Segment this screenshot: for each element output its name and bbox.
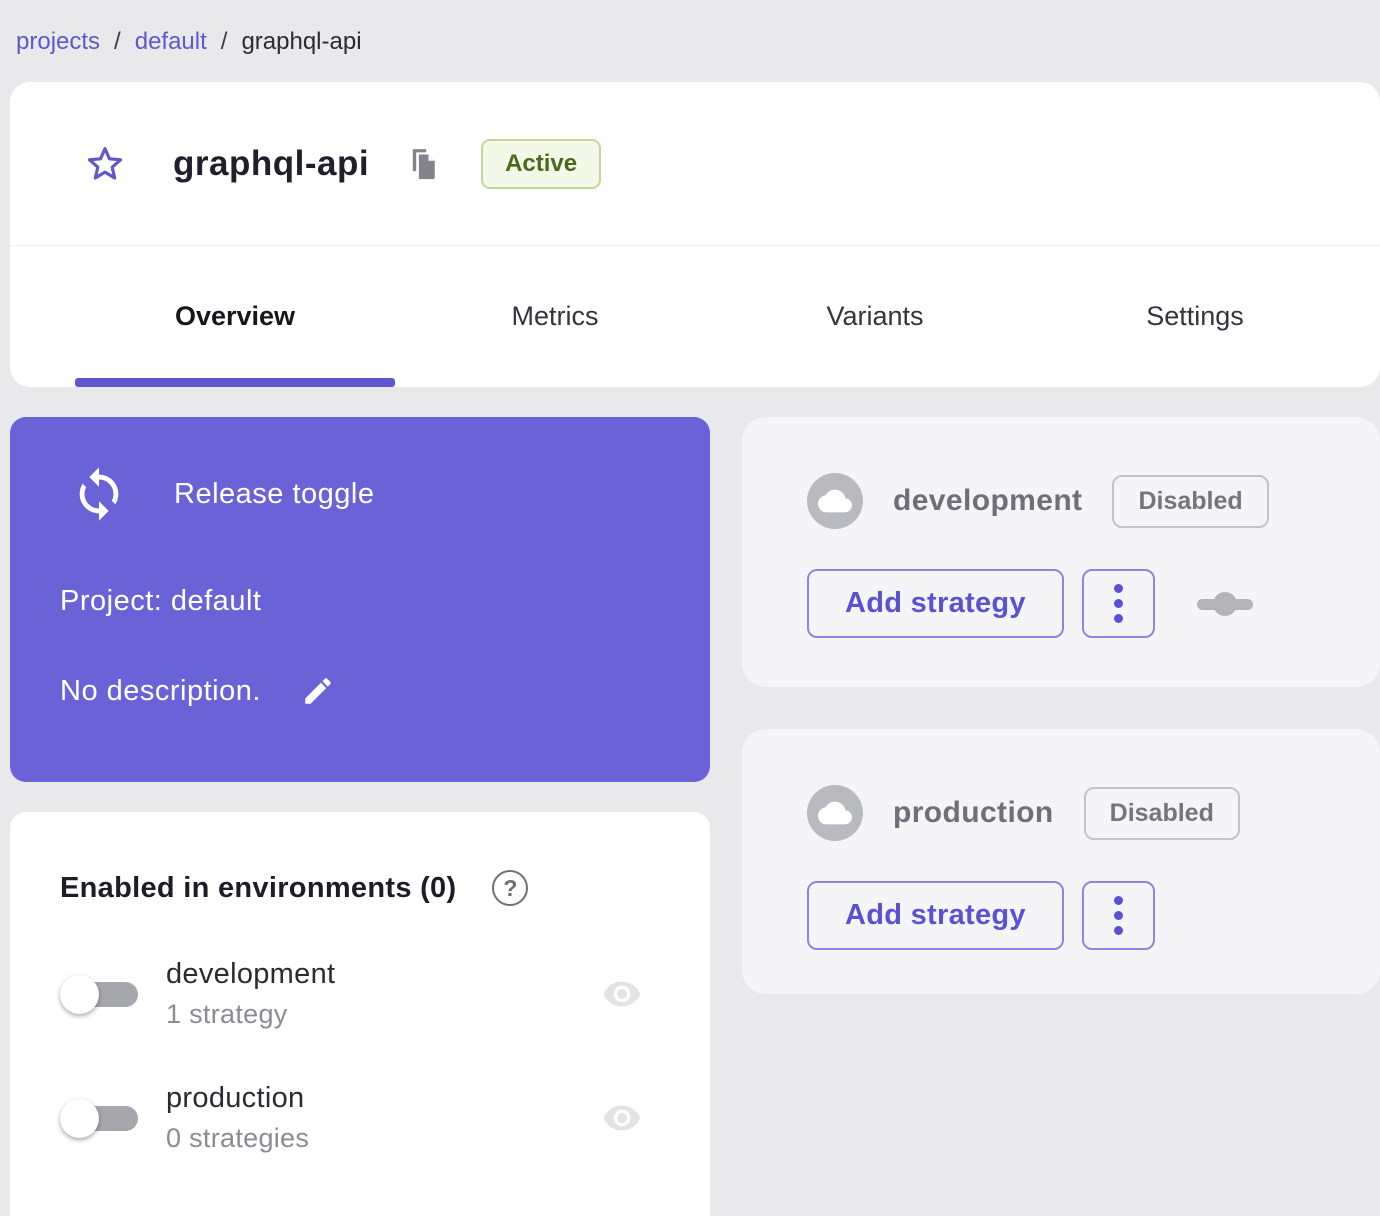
development-environment-card: development Disabled Add strategy: [742, 417, 1380, 687]
project-label: Project: default: [60, 585, 262, 617]
page-title: graphql-api: [173, 143, 370, 183]
rollout-slider-icon[interactable]: [1196, 584, 1253, 624]
status-badge: Active: [481, 138, 602, 189]
copy-icon[interactable]: [405, 147, 439, 181]
toggle-thumb: [60, 1099, 99, 1138]
enabled-environments-panel: Enabled in environments (0) ? developmen…: [10, 812, 710, 1216]
environment-card-name: production: [893, 796, 1054, 829]
eye-icon[interactable]: [596, 1098, 648, 1138]
breadcrumb: projects / default / graphql-api: [0, 0, 1380, 82]
add-strategy-button[interactable]: Add strategy: [807, 881, 1064, 950]
add-strategy-button[interactable]: Add strategy: [807, 569, 1064, 638]
environment-status-badge: Disabled: [1083, 786, 1240, 840]
production-environment-card: production Disabled Add strategy: [742, 729, 1380, 994]
favorite-star-icon[interactable]: [85, 144, 125, 184]
toggle-thumb: [60, 975, 99, 1014]
environment-name: development: [166, 958, 336, 990]
help-icon[interactable]: ?: [492, 870, 529, 906]
strategy-count: 1 strategy: [166, 999, 288, 1029]
feature-tabs: Overview Metrics Variants Settings: [10, 246, 1380, 387]
environment-card-name: development: [893, 484, 1083, 517]
breadcrumb-separator: /: [220, 28, 228, 55]
edit-pencil-icon[interactable]: [301, 674, 335, 708]
kebab-menu-icon[interactable]: [1081, 881, 1155, 950]
feature-overview-card: Release toggle Project: default No descr…: [10, 417, 710, 782]
breadcrumb-link-default[interactable]: default: [135, 28, 207, 56]
active-tab-indicator: [75, 378, 395, 387]
toggle-type-label: Release toggle: [174, 477, 375, 510]
tab-variants[interactable]: Variants: [715, 246, 1035, 387]
kebab-menu-icon[interactable]: [1081, 569, 1155, 638]
cloud-icon: [807, 785, 863, 841]
tab-overview[interactable]: Overview: [75, 246, 395, 387]
tab-settings[interactable]: Settings: [1035, 246, 1355, 387]
eye-icon[interactable]: [596, 974, 648, 1014]
feature-title-row: graphql-api Active: [10, 82, 1380, 245]
environment-row-development: development 1 strategy: [60, 958, 660, 1030]
feature-header-card: graphql-api Active Overview Metrics Vari…: [10, 82, 1380, 387]
breadcrumb-separator: /: [114, 28, 121, 55]
development-toggle[interactable]: [60, 970, 140, 1018]
enabled-environments-title: Enabled in environments (0): [60, 871, 457, 904]
environment-name: production: [166, 1082, 305, 1114]
cloud-icon: [807, 473, 863, 529]
environment-status-badge: Disabled: [1112, 474, 1269, 528]
release-toggle-icon: [70, 465, 128, 523]
breadcrumb-link-projects[interactable]: projects: [16, 28, 100, 56]
description-text: No description.: [60, 674, 261, 707]
strategy-count: 0 strategies: [166, 1123, 310, 1153]
breadcrumb-current: graphql-api: [241, 28, 362, 55]
production-toggle[interactable]: [60, 1094, 140, 1142]
tab-metrics[interactable]: Metrics: [395, 246, 715, 387]
environment-row-production: production 0 strategies: [60, 1082, 660, 1154]
